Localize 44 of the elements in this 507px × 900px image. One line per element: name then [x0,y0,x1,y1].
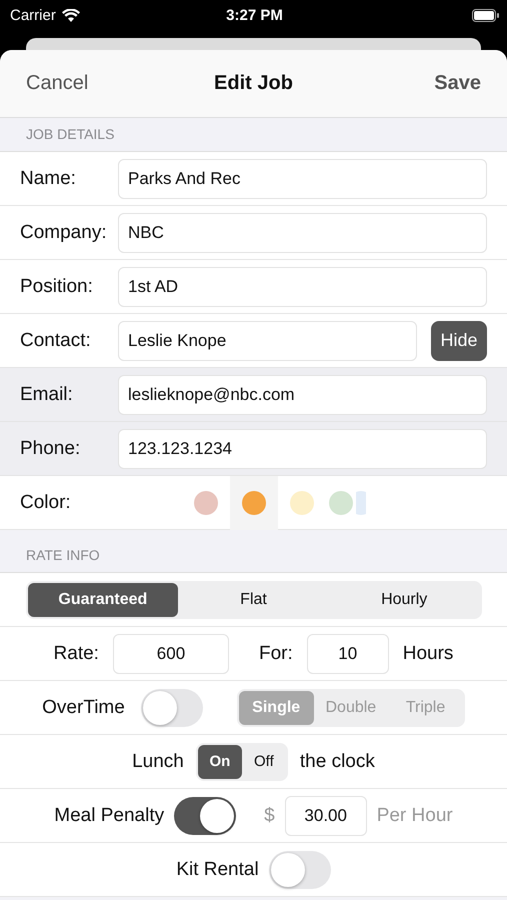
toggle-switch[interactable] [268,850,331,888]
segment-tab[interactable]: On [198,744,242,778]
field-label: Contact: [20,330,92,352]
save-button[interactable]: Save [434,72,481,95]
section-header: RATE INFO [26,547,100,563]
hours-label: Hours [402,642,454,664]
color-swatch[interactable] [230,476,278,530]
field-label: Color: [20,492,72,514]
text-field[interactable]: 1st AD [118,266,487,306]
nav-title: Edit Job [214,72,293,95]
carrier-label: Carrier [10,6,56,24]
meal-penalty-label: Meal Penalty [54,804,164,826]
text-field[interactable]: Leslie Knope [118,320,417,360]
segment-tab[interactable]: Off [242,744,286,778]
hours-field[interactable]: 10 [306,634,389,674]
rate-label: Rate: [54,642,99,664]
battery-icon [472,8,499,22]
field-label: Name: [20,168,77,190]
currency-label: $ [264,804,275,826]
text-field[interactable]: 123.123.1234 [118,428,487,468]
clock-label: the clock [300,750,375,772]
segment-tab[interactable]: Hourly [328,582,480,616]
text-field[interactable]: Parks And Rec [118,158,487,198]
overtime-label: OverTime [42,696,125,718]
for-label: For: [258,642,293,664]
penalty-field[interactable]: 30.00 [284,796,367,836]
text-field[interactable]: NBC [118,212,487,252]
field-label: Phone: [20,438,82,460]
hide-button[interactable]: Hide [431,320,487,360]
cancel-button[interactable]: Cancel [26,72,88,95]
lunch-label: Lunch [132,750,184,772]
wifi-icon [62,8,80,22]
field-label: Position: [20,276,94,298]
kit-rental-label: Kit Rental [176,858,259,880]
per-hour-label: Per Hour [376,804,453,826]
segment-tab[interactable]: Guaranteed [28,582,178,616]
field-label: Email: [20,384,74,406]
field-label: Company: [20,222,108,244]
rate-field[interactable]: 600 [112,634,229,674]
status-time: 3:27 PM [226,6,283,24]
section-header: JOB DETAILS [26,126,114,142]
text-field[interactable]: leslieknope@nbc.com [118,374,487,414]
segment-tab[interactable]: Flat [178,582,329,616]
toggle-switch[interactable] [174,796,236,834]
